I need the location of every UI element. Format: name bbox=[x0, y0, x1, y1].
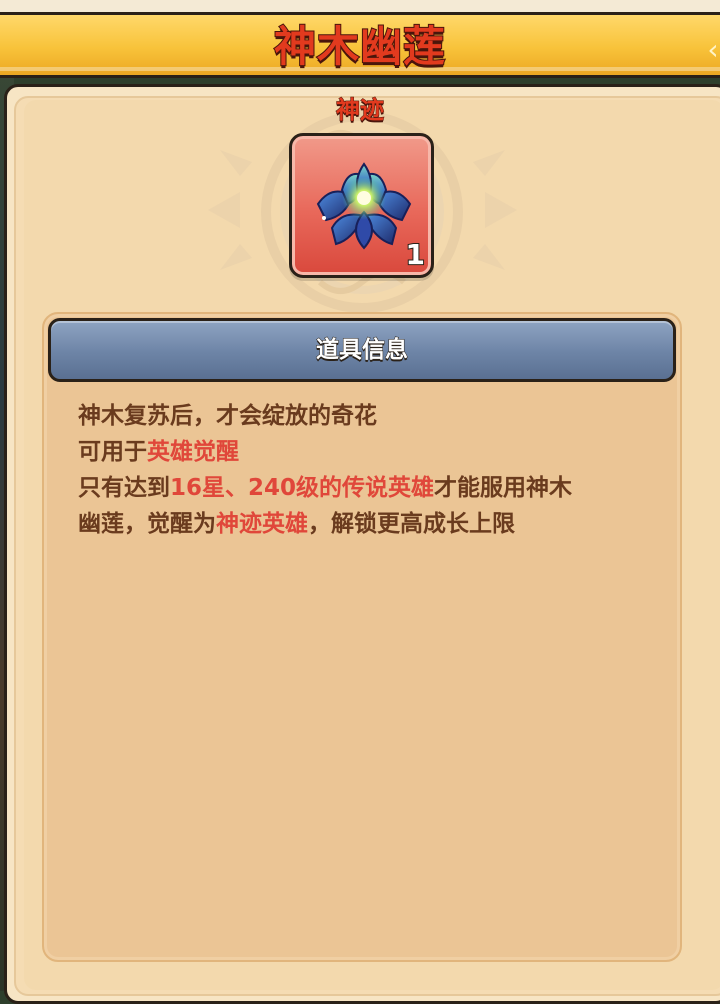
description-text: 神木复苏后，才会绽放的奇花 bbox=[78, 403, 377, 429]
item-description: 神木复苏后，才会绽放的奇花 可用于英雄觉醒 只有达到16星、240级的传说英雄才… bbox=[78, 398, 658, 542]
description-highlight: 神迹英雄 bbox=[216, 511, 308, 537]
description-line: 神木复苏后，才会绽放的奇花 bbox=[78, 398, 658, 434]
description-text: ，解锁更高成长上限 bbox=[308, 511, 515, 537]
item-count: 1 bbox=[404, 238, 426, 272]
description-text: 只有达到 bbox=[78, 475, 170, 501]
description-line: 可用于英雄觉醒 bbox=[78, 434, 658, 470]
item-slot[interactable]: 1 bbox=[289, 133, 434, 278]
description-line: 只有达到16星、240级的传说英雄才能服用神木 bbox=[78, 470, 658, 506]
item-title: 神木幽莲 bbox=[273, 21, 446, 72]
info-header-title: 道具信息 bbox=[316, 337, 409, 364]
description-line: 幽莲，觉醒为神迹英雄，解锁更高成长上限 bbox=[78, 506, 658, 542]
lotus-icon bbox=[316, 162, 412, 250]
rarity-label: 神迹 bbox=[336, 96, 385, 125]
description-text: 可用于 bbox=[78, 439, 147, 465]
description-text: 才能服用神木 bbox=[434, 475, 573, 501]
description-highlight: 16星、240级的传说英雄 bbox=[170, 475, 435, 501]
description-highlight: 英雄觉醒 bbox=[147, 439, 239, 465]
description-text: 幽莲，觉醒为 bbox=[78, 511, 216, 537]
banner-ornament-icon: ‹ bbox=[707, 33, 719, 66]
